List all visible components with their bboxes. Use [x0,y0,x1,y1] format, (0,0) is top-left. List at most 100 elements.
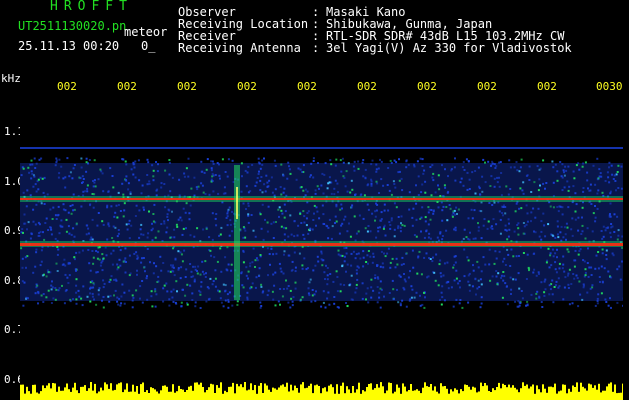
amplitude-bar [74,382,76,400]
noise-dot [521,297,524,300]
noise-dot [477,166,480,169]
noise-dot [556,206,559,208]
amplitude-bar [408,390,410,400]
noise-dot [421,303,424,306]
amplitude-bar [516,389,518,400]
noise-dot [582,283,585,286]
noise-dot [372,255,375,258]
noise-dot [96,251,99,254]
noise-dot [423,256,426,259]
noise-dot [543,294,546,297]
noise-dot [229,223,232,226]
noise-dot [427,211,430,214]
amplitude-bar [548,386,550,400]
noise-dot [90,236,93,239]
noise-dot [97,293,100,296]
noise-dot [407,163,410,166]
noise-dot [433,271,436,274]
amplitude-bar [144,392,146,400]
noise-dot [101,299,103,302]
noise-dot [300,222,303,224]
amplitude-bar [526,384,528,400]
noise-dot [40,260,43,263]
noise-dot [383,295,385,298]
amplitude-bar [116,384,118,400]
amplitude-bar [474,387,476,400]
noise-dot [22,304,25,307]
noise-dot [145,277,148,280]
noise-dot [291,260,294,263]
noise-dot [82,181,84,184]
amplitude-bar [470,389,472,400]
noise-dot [394,186,397,189]
amplitude-bar [544,388,546,400]
amplitude-bar [220,382,222,400]
noise-dot [584,268,587,271]
amplitude-bar [124,389,126,400]
noise-dot [455,269,458,272]
noise-dot [600,265,603,268]
noise-dot [155,161,157,163]
noise-dot [152,169,155,172]
noise-dot [445,281,448,284]
amplitude-bar [578,391,580,400]
noise-dot [567,287,570,289]
noise-dot [382,266,385,269]
noise-dot [274,304,277,307]
noise-dot [51,286,54,289]
noise-dot [200,281,203,284]
noise-dot [303,257,306,260]
noise-dot [333,193,336,196]
noise-dot [558,262,561,265]
app-title: HROFFT [50,0,133,14]
x-tick-label: 002 [117,80,137,93]
noise-dot [470,208,473,211]
noise-dot [287,161,290,164]
noise-dot [251,261,254,264]
noise-dot [510,288,513,291]
noise-dot [495,165,498,168]
amplitude-bar [360,393,362,400]
noise-dot [133,252,136,255]
noise-dot [577,229,580,232]
amplitude-bar [84,385,86,400]
amplitude-bar [286,382,288,400]
noise-dot [215,213,218,215]
amplitude-bar [180,389,182,400]
amplitude-bar [248,389,250,400]
noise-dot [509,166,512,169]
noise-dot [409,298,412,301]
noise-dot [110,275,113,278]
noise-dot [424,220,427,223]
noise-dot [262,238,265,241]
noise-dot [596,302,599,305]
noise-dot [437,174,440,177]
noise-dot [159,255,162,258]
noise-dot [130,168,133,171]
noise-dot [89,269,92,272]
noise-dot [582,286,585,289]
noise-dot [111,263,114,266]
amplitude-bar [406,391,408,400]
noise-dot [117,232,120,235]
noise-dot [518,255,520,257]
amplitude-bar [608,383,610,400]
amplitude-bar [588,383,590,400]
noise-dot [92,206,95,209]
amplitude-bar [552,387,554,400]
noise-dot [125,179,127,181]
noise-dot [255,181,258,184]
noise-dot [497,272,500,275]
noise-dot [441,296,444,299]
noise-dot [514,210,517,213]
noise-dot [577,162,580,165]
noise-dot [155,293,158,296]
noise-dot [217,192,220,195]
amplitude-bar [362,390,364,400]
noise-dot [91,280,94,283]
noise-dot [500,274,503,277]
noise-dot [495,223,498,226]
noise-dot [230,263,233,266]
noise-dot [544,278,547,281]
noise-dot [553,286,556,288]
